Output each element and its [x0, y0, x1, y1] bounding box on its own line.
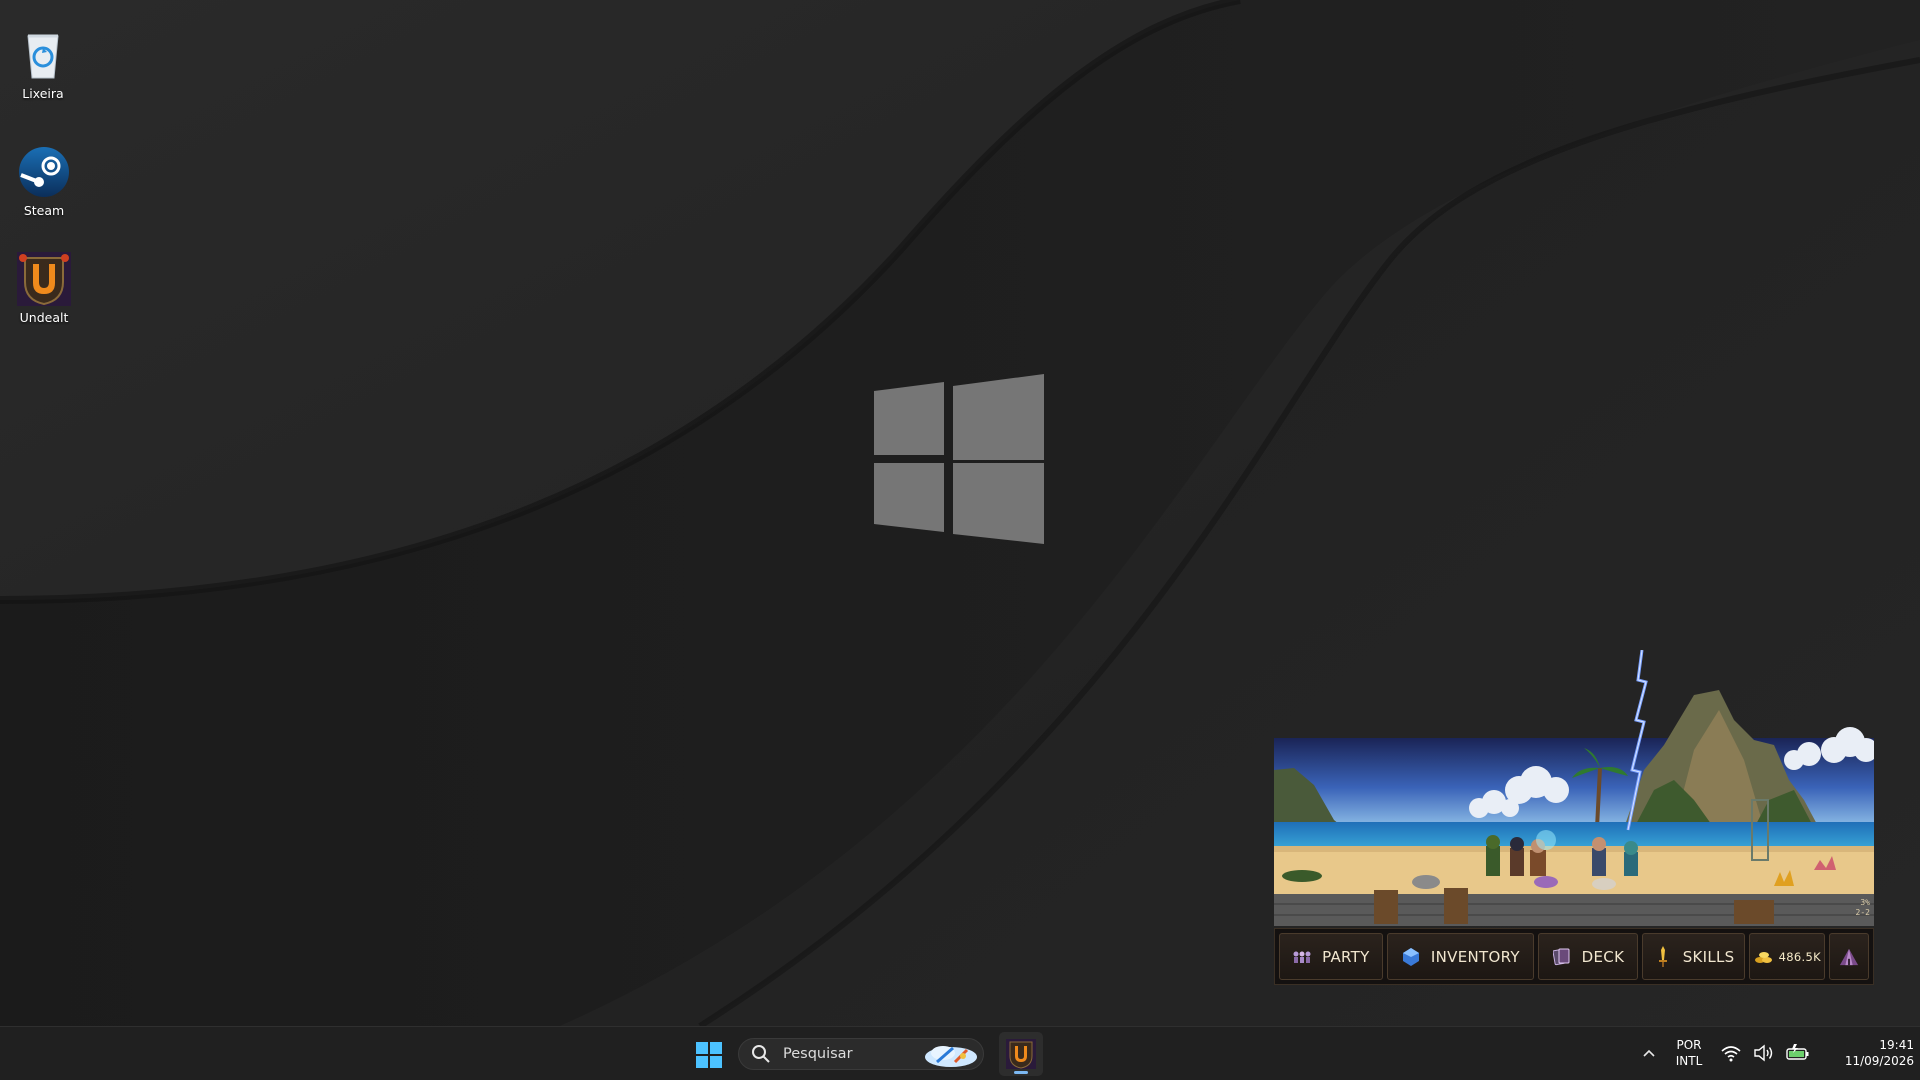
clock-time: 19:41	[1879, 1038, 1914, 1052]
wifi-icon[interactable]	[1720, 1043, 1742, 1063]
inventory-button[interactable]: INVENTORY	[1386, 933, 1535, 980]
chevron-up-icon	[1643, 1049, 1655, 1057]
desktop-icon-recycle-bin[interactable]: Lixeira	[0, 28, 86, 101]
party-button[interactable]: PARTY	[1279, 933, 1383, 980]
level-indicator-top: 3%	[1860, 898, 1870, 907]
skills-button-label: SKILLS	[1682, 947, 1735, 966]
recycle-bin-icon	[27, 34, 59, 79]
input-language-indicator[interactable]: POR INTL	[1666, 1037, 1712, 1069]
party-icon	[1292, 947, 1312, 967]
deck-button[interactable]: DECK	[1538, 933, 1638, 980]
camp-tent-icon	[1839, 947, 1859, 967]
volume-icon[interactable]	[1753, 1043, 1775, 1063]
undealt-taskbar-icon	[1006, 1039, 1036, 1069]
undealt-game-widget[interactable]: 3% 2-2 PARTY INVENTORY DECK SKILLS 486.5…	[1274, 650, 1874, 985]
game-battle-scene[interactable]	[1274, 650, 1874, 926]
search-icon	[752, 1045, 770, 1063]
desktop-icon-steam[interactable]: Steam	[1, 145, 87, 218]
game-level-indicator: 3% 2-2	[1856, 898, 1870, 918]
running-indicator	[1014, 1071, 1028, 1074]
level-indicator-bottom: 2-2	[1855, 908, 1870, 917]
taskbar-app-undealt[interactable]	[999, 1032, 1043, 1076]
search-highlight-icon[interactable]	[923, 1042, 979, 1068]
keyboard-layout: INTL	[1675, 1054, 1703, 1068]
taskbar-search-box[interactable]	[738, 1038, 984, 1070]
clock-date: 11/09/2026	[1844, 1054, 1914, 1068]
windows-start-icon	[696, 1042, 722, 1068]
taskbar: POR INTL 19:41 11/09/2026	[0, 1026, 1920, 1080]
desktop-icon-label: Lixeira	[22, 86, 64, 101]
deck-button-label: DECK	[1581, 947, 1625, 966]
gold-coins-icon	[1754, 947, 1774, 967]
deck-cards-icon	[1552, 947, 1572, 967]
inventory-button-label: INVENTORY	[1430, 947, 1520, 966]
battery-charging-icon[interactable]	[1785, 1043, 1811, 1063]
camp-button[interactable]	[1829, 933, 1870, 980]
gold-counter: 486.5K	[1749, 933, 1826, 980]
game-menu-bar: PARTY INVENTORY DECK SKILLS 486.5K	[1274, 928, 1874, 985]
desktop-icon-undealt[interactable]: Undealt	[1, 252, 87, 325]
desktop-icon-label: Steam	[23, 203, 65, 218]
undealt-game-icon	[17, 252, 71, 306]
system-clock[interactable]: 19:41 11/09/2026	[1818, 1037, 1914, 1069]
windows-logo-wallpaper-icon	[874, 374, 1044, 544]
desktop-icon-label: Undealt	[19, 310, 69, 325]
skills-button[interactable]: SKILLS	[1641, 933, 1746, 980]
gold-amount: 486.5K	[1778, 949, 1821, 964]
party-button-label: PARTY	[1322, 947, 1370, 966]
show-hidden-icons-button[interactable]	[1638, 1042, 1660, 1064]
inventory-gem-icon	[1401, 947, 1421, 967]
search-input[interactable]	[781, 1045, 915, 1063]
steam-icon	[19, 147, 69, 197]
start-button[interactable]	[690, 1036, 728, 1074]
language-code: POR	[1676, 1038, 1702, 1052]
skills-sword-icon	[1653, 945, 1673, 967]
